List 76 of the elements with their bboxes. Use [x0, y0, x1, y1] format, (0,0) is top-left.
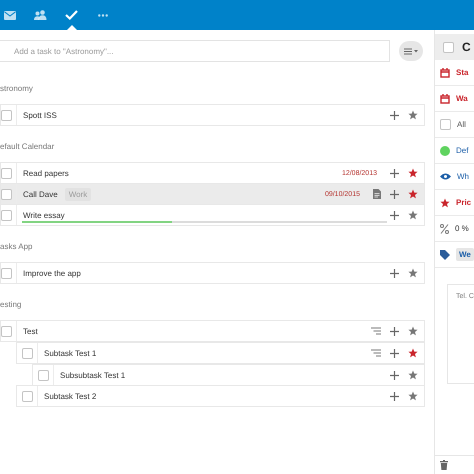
subtasks-icon[interactable] [371, 349, 381, 357]
task-row[interactable]: Test [0, 320, 425, 342]
star-icon[interactable] [408, 189, 418, 199]
list-heading: asks App [0, 241, 34, 253]
sort-menu-button[interactable] [399, 41, 423, 61]
task-title: Subsubtask Test 1 [60, 370, 126, 380]
task-title: Read papers [23, 168, 69, 178]
task-row[interactable]: Subtask Test 2 [16, 385, 425, 407]
checkbox[interactable] [1, 188, 12, 200]
task-title: Subtask Test 1 [44, 348, 96, 358]
checkbox[interactable] [1, 168, 12, 178]
visibility-field[interactable]: Wh [457, 172, 469, 181]
star-icon[interactable] [408, 391, 418, 401]
start-field[interactable]: Sta [456, 68, 468, 77]
more-icon [98, 14, 108, 16]
tags-field[interactable]: We [456, 248, 474, 261]
checkmark-icon [65, 10, 78, 20]
task-title: Call Dave [23, 190, 58, 198]
add-subtask-icon[interactable] [390, 190, 399, 198]
task-row[interactable]: Write essay [0, 204, 425, 226]
star-icon[interactable] [408, 348, 418, 358]
due-field[interactable]: Wa [456, 94, 468, 103]
checkbox[interactable] [443, 42, 454, 52]
task-title: Write essay [23, 210, 65, 220]
checkbox[interactable] [1, 210, 12, 220]
caret-icon [414, 50, 418, 52]
checkbox[interactable] [22, 348, 33, 358]
contacts-icon [34, 10, 47, 20]
checkbox[interactable] [38, 370, 49, 380]
checkbox[interactable] [1, 268, 12, 278]
add-subtask-icon[interactable] [390, 268, 399, 278]
subtasks-icon[interactable] [371, 327, 381, 335]
calendar-icon [440, 94, 450, 104]
percent-field[interactable]: 0 % [455, 224, 469, 233]
star-icon[interactable] [408, 110, 418, 120]
task-row[interactable]: Subsubtask Test 1 [32, 364, 425, 386]
add-subtask-icon[interactable] [390, 392, 399, 400]
checkbox[interactable] [22, 390, 33, 402]
star-icon [440, 198, 450, 208]
add-task-field[interactable]: Add a task to "Astronomy"... [0, 40, 390, 62]
star-icon[interactable] [408, 210, 418, 220]
task-title: Spott ISS [23, 110, 57, 120]
checkbox[interactable] [1, 326, 12, 336]
list-heading: stronomy [0, 83, 34, 95]
list-heading: efault Calendar [0, 141, 56, 153]
add-subtask-icon[interactable] [390, 168, 399, 178]
star-icon[interactable] [408, 168, 418, 178]
task-row[interactable]: Improve the app [0, 262, 425, 284]
eye-icon [440, 173, 451, 180]
checkbox[interactable] [440, 119, 451, 130]
mail-icon [4, 10, 16, 20]
add-subtask-icon[interactable] [390, 370, 399, 380]
add-subtask-icon[interactable] [390, 110, 399, 120]
star-icon[interactable] [408, 268, 418, 278]
priority-field[interactable]: Pric [456, 198, 472, 207]
delete-icon[interactable] [440, 460, 448, 470]
add-subtask-icon[interactable] [390, 210, 399, 220]
add-subtask-icon[interactable] [390, 326, 399, 336]
tag-icon [440, 250, 450, 260]
task-row[interactable]: Spott ISS [0, 104, 425, 126]
percent-icon [440, 224, 449, 234]
task-row[interactable]: Subtask Test 1 [16, 342, 425, 364]
list-icon [404, 48, 412, 54]
add-subtask-icon[interactable] [390, 348, 399, 358]
star-icon[interactable] [408, 370, 418, 380]
task-tag: Work [64, 188, 92, 200]
calendar-field[interactable]: Def [456, 146, 468, 155]
task-title: Subtask Test 2 [44, 392, 96, 400]
task-title: C [462, 40, 471, 54]
list-heading: esting [0, 299, 22, 311]
checkbox[interactable] [1, 110, 12, 120]
allday-field[interactable]: All [457, 120, 466, 129]
task-title: Test [23, 326, 38, 336]
task-title: Improve the app [23, 268, 81, 278]
star-icon[interactable] [408, 326, 418, 336]
calendar-icon [440, 68, 450, 78]
